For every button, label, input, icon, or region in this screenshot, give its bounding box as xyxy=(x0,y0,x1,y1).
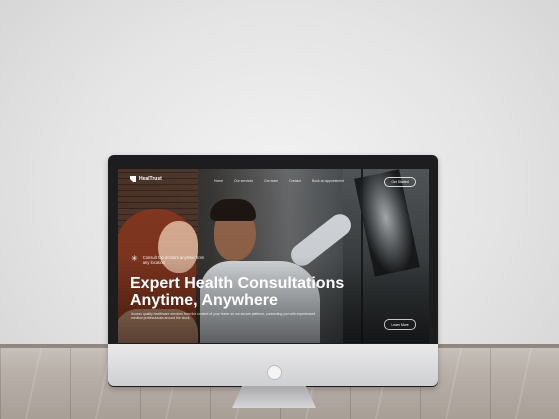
headline-line-1: Expert Health Consultations xyxy=(130,275,345,292)
get-started-button[interactable]: Get Started xyxy=(384,177,416,187)
hero-tagline: ✳ Consult top doctors anytime from any l… xyxy=(131,254,205,266)
learn-more-button[interactable]: Learn More xyxy=(384,319,416,330)
nav-link-contact[interactable]: Contact xyxy=(289,179,301,183)
tagline-text: Consult top doctors anytime from any loc… xyxy=(142,255,205,266)
nav-link-services[interactable]: Our services xyxy=(234,179,253,183)
monitor-stand xyxy=(232,386,316,408)
brand-name: HealTrust xyxy=(139,176,162,182)
hero-description: Access quality healthcare services from … xyxy=(131,312,316,321)
nav-links: Home Our services Our team Contact Book … xyxy=(214,179,344,183)
nav-link-team[interactable]: Our team xyxy=(264,179,278,183)
top-navbar: HealTrust Home Our services Our team Con… xyxy=(118,169,429,191)
sparkle-icon: ✳ xyxy=(131,254,138,263)
headline-line-2: Anytime, Anywhere xyxy=(130,292,278,309)
logo-mark-icon xyxy=(130,176,136,182)
brand-logo[interactable]: HealTrust xyxy=(130,176,162,182)
monitor-logo-dot xyxy=(267,365,282,380)
nav-link-home[interactable]: Home xyxy=(214,179,223,183)
hero-headline: Expert Health Consultations Anytime, Any… xyxy=(130,275,400,309)
screen: HealTrust Home Our services Our team Con… xyxy=(118,169,429,343)
nav-link-book[interactable]: Book an appointment xyxy=(312,179,344,183)
